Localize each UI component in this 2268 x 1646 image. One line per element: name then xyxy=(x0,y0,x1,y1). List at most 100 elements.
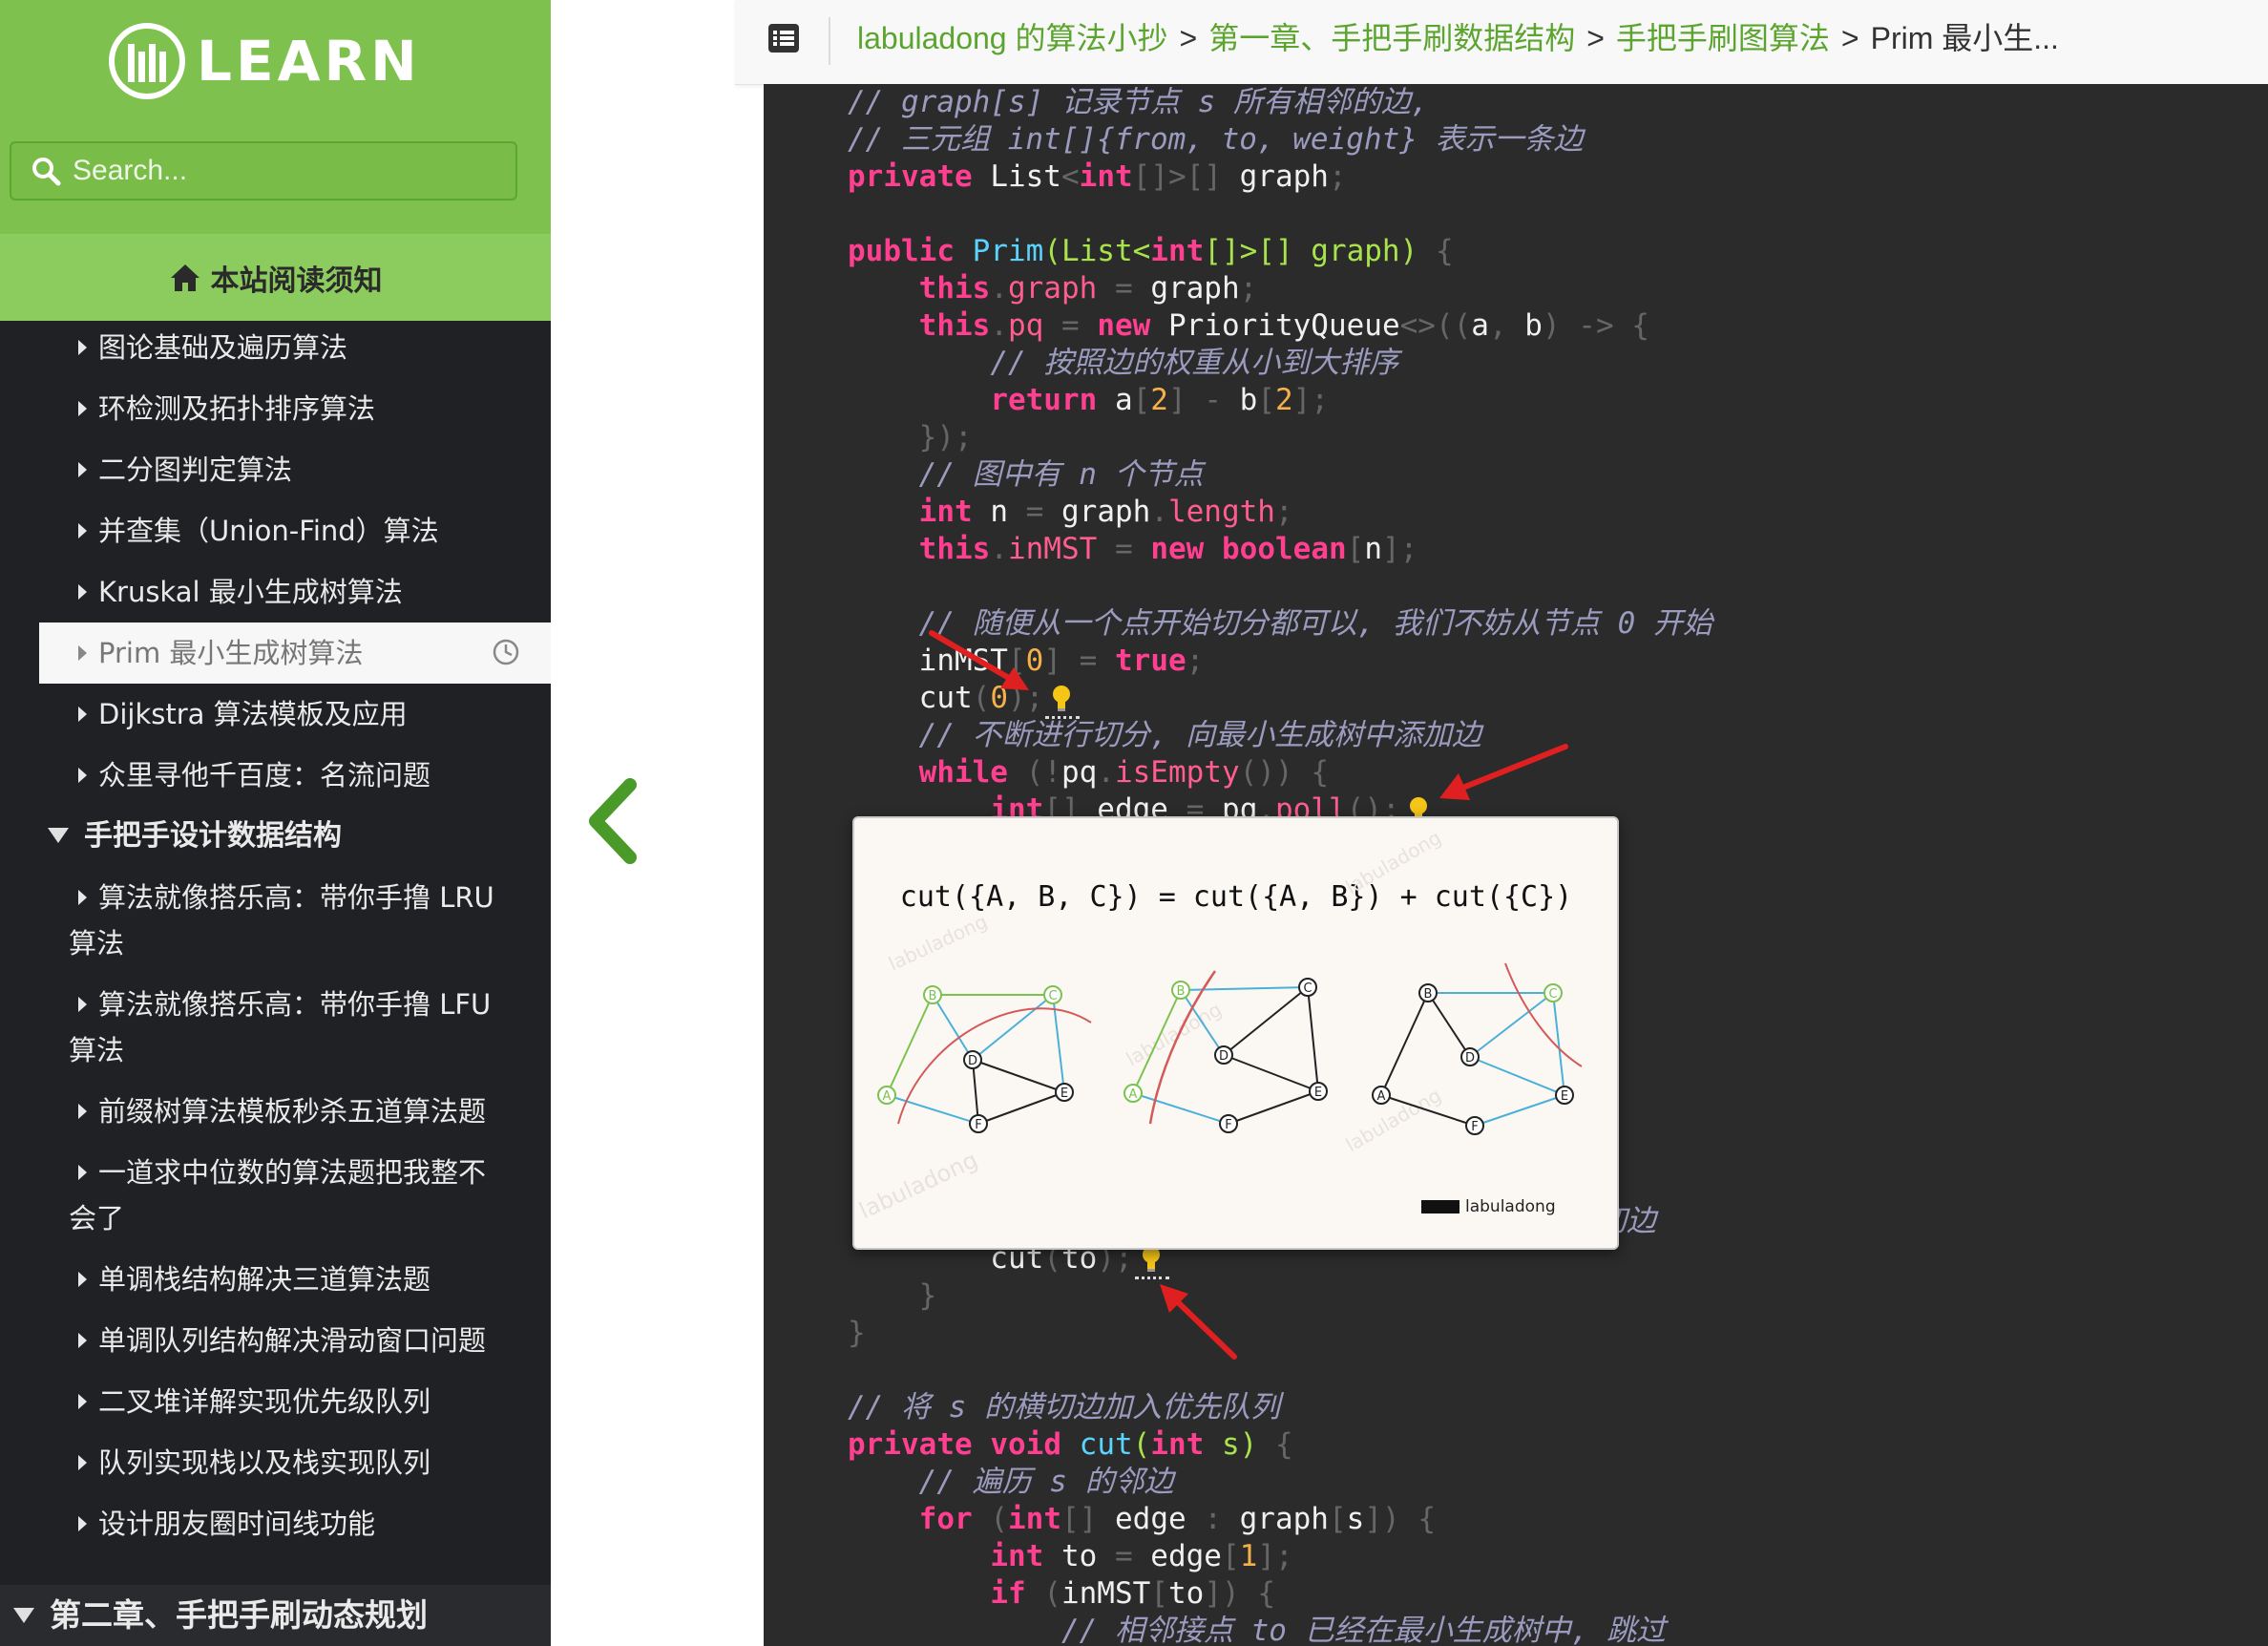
cut-diagram: cut({A, B, C}) = cut({A, B}) + cut({C}) … xyxy=(854,818,1617,1248)
svg-text:E: E xyxy=(1314,1086,1322,1100)
code-line: while (!pq.isEmpty()) { xyxy=(918,755,1329,790)
sidebar-item-label: 单调栈结构解决三道算法题 xyxy=(98,1263,431,1296)
svg-text:A: A xyxy=(1129,1087,1138,1102)
site-logo[interactable]: LEARN xyxy=(109,23,421,99)
sidebar-section-data-structures[interactable]: 手把手设计数据结构 xyxy=(0,813,551,859)
sidebar-item-label: 单调队列结构解决滑动窗口问题 xyxy=(98,1324,487,1357)
sidebar-item-celebrity[interactable]: 众里寻他千百度：名流问题 xyxy=(0,752,551,798)
toc-list-icon[interactable] xyxy=(767,23,800,53)
code-line: this.inMST = new boolean[n]; xyxy=(918,532,1418,566)
sidebar-chapter-dp[interactable]: 第二章、手把手刷动态规划 xyxy=(0,1585,551,1646)
annotation-arrow-icon xyxy=(929,630,1029,690)
caret-right-icon xyxy=(78,401,87,416)
sidebar-item-monotonic-stack[interactable]: 单调栈结构解决三道算法题 xyxy=(0,1256,551,1302)
caret-right-icon xyxy=(78,890,87,905)
previous-page-arrow-icon[interactable] xyxy=(580,773,647,869)
svg-text:E: E xyxy=(1060,1087,1068,1101)
sidebar-item-kruskal[interactable]: Kruskal 最小生成树算法 xyxy=(0,569,551,615)
sidebar-item-timeline[interactable]: 设计朋友圈时间线功能 xyxy=(0,1501,551,1547)
credit-badge: labuladong xyxy=(1421,1197,1556,1216)
code-line: // 三元组 int[]{from, to, weight} 表示一条边 xyxy=(848,122,1584,157)
code-line: // 将 s 的横切边加入优先队列 xyxy=(848,1390,1280,1424)
caret-right-icon xyxy=(78,1104,87,1119)
search-input[interactable] xyxy=(71,154,494,188)
svg-text:D: D xyxy=(968,1054,977,1068)
sidebar-item-label: 前缀树算法模板秒杀五道算法题 xyxy=(98,1095,487,1128)
caret-right-icon xyxy=(78,997,87,1012)
sidebar-item-union-find[interactable]: 并查集（Union-Find）算法 xyxy=(0,508,551,554)
search-box[interactable] xyxy=(10,141,517,200)
caret-down-icon xyxy=(13,1607,34,1623)
code-line: this.pq = new PriorityQueue<>((a, b) -> … xyxy=(918,308,1649,343)
sidebar-item-binary-heap[interactable]: 二叉堆详解实现优先级队列 xyxy=(0,1379,551,1424)
code-line: private List<int[]>[] graph; xyxy=(848,159,1347,194)
annotation-arrow-icon xyxy=(1439,744,1568,800)
sidebar-item-prim[interactable]: Prim 最小生成树算法 xyxy=(39,623,551,684)
breadcrumb-separator: > xyxy=(1586,21,1605,55)
code-line: public Prim(List<int[]>[] graph) { xyxy=(848,234,1454,268)
logo-icon xyxy=(109,23,185,99)
code-line: } xyxy=(848,1316,866,1350)
hint-bulb-icon[interactable] xyxy=(1045,684,1081,719)
caret-right-icon xyxy=(78,1165,87,1180)
sidebar-item-label: 众里寻他千百度：名流问题 xyxy=(98,759,431,791)
caret-down-icon xyxy=(48,827,69,843)
sidebar-item-label: 二分图判定算法 xyxy=(98,454,293,486)
code-line: // 不断进行切分, 向最小生成树中添加边 xyxy=(918,718,1481,752)
code-line: int n = graph.length; xyxy=(918,495,1293,529)
sidebar-item-label: 一道求中位数的算法题把我整不会了 xyxy=(69,1156,487,1234)
sidebar-item-cycle-detect[interactable]: 环检测及拓扑排序算法 xyxy=(0,386,551,432)
code-line: // 图中有 n 个节点 xyxy=(918,457,1204,492)
code-line: return a[2] - b[2]; xyxy=(990,383,1329,417)
code-line: private void cut(int s) { xyxy=(848,1427,1293,1462)
code-line: if (inMST[to]) { xyxy=(990,1576,1275,1611)
credit-text: labuladong xyxy=(1465,1197,1556,1216)
top-bar: labuladong 的算法小抄 > 第一章、手把手刷数据结构 > 手把手刷图算法 > Pr… xyxy=(735,0,2268,85)
sidebar-section-label: 手把手设计数据结构 xyxy=(84,819,342,853)
sidebar-item-lfu[interactable]: 算法就像搭乐高：带你手撸 LFU 算法 xyxy=(0,981,551,1073)
caret-right-icon xyxy=(78,584,87,600)
caret-right-icon xyxy=(78,340,87,355)
caret-right-icon xyxy=(78,707,87,722)
sidebar-item-queue-stack[interactable]: 队列实现栈以及栈实现队列 xyxy=(0,1440,551,1486)
sidebar-item-bipartite[interactable]: 二分图判定算法 xyxy=(0,447,551,493)
sidebar-item-label: 二叉堆详解实现优先级队列 xyxy=(98,1385,431,1418)
sidebar-item-monotonic-queue[interactable]: 单调队列结构解决滑动窗口问题 xyxy=(0,1318,551,1363)
svg-text:B: B xyxy=(1177,984,1186,999)
sidebar-item-trie[interactable]: 前缀树算法模板秒杀五道算法题 xyxy=(0,1088,551,1134)
clock-icon xyxy=(493,639,519,665)
caret-right-icon xyxy=(78,1516,87,1531)
code-line: } xyxy=(918,1278,937,1313)
breadcrumb-link-graph[interactable]: 手把手刷图算法 xyxy=(1616,21,1830,55)
caret-right-icon xyxy=(78,645,87,661)
breadcrumb: labuladong 的算法小抄 > 第一章、手把手刷数据结构 > 手把手刷图算法 > Pr… xyxy=(857,0,2059,84)
svg-text:A: A xyxy=(883,1089,892,1104)
breadcrumb-link-chapter[interactable]: 第一章、手把手刷数据结构 xyxy=(1208,21,1575,55)
sidebar-item-label: 并查集（Union-Find）算法 xyxy=(98,515,439,547)
svg-text:A: A xyxy=(1377,1089,1386,1104)
site-notice-link[interactable]: 本站阅读须知 xyxy=(0,234,551,321)
sidebar-header: LEARN xyxy=(0,0,551,234)
sidebar: LEARN 本站阅读须知 图论基础及遍历算法 环检测及拓扑排序算法 二分图判定算… xyxy=(0,0,551,1646)
sidebar-item-label: 算法就像搭乐高：带你手撸 LRU 算法 xyxy=(69,881,494,960)
breadcrumb-separator: > xyxy=(1179,21,1198,55)
site-notice-label: 本站阅读须知 xyxy=(210,264,383,298)
code-line: // 相邻接点 to 已经在最小生成树中, 跳过 xyxy=(1060,1614,1666,1646)
svg-text:C: C xyxy=(1303,981,1312,996)
sidebar-item-median[interactable]: 一道求中位数的算法题把我整不会了 xyxy=(0,1150,551,1241)
sidebar-item-label: Kruskal 最小生成树算法 xyxy=(98,576,403,608)
svg-text:B: B xyxy=(929,989,937,1003)
header-divider xyxy=(829,17,830,65)
svg-text:F: F xyxy=(1225,1118,1231,1132)
sidebar-item-label: 队列实现栈以及栈实现队列 xyxy=(98,1446,431,1479)
code-line: // 按照边的权重从小到大排序 xyxy=(990,346,1399,380)
sidebar-item-lru[interactable]: 算法就像搭乐高：带你手撸 LRU 算法 xyxy=(0,875,551,966)
logo-text: LEARN xyxy=(197,29,421,94)
caret-right-icon xyxy=(78,523,87,538)
code-line: }); xyxy=(918,420,973,454)
breadcrumb-current: Prim 最小生... xyxy=(1870,21,2059,55)
sidebar-item-dijkstra[interactable]: Dijkstra 算法模板及应用 xyxy=(0,691,551,737)
breadcrumb-link-home[interactable]: labuladong 的算法小抄 xyxy=(857,21,1168,55)
caret-right-icon xyxy=(78,1455,87,1470)
sidebar-item-graph-basics[interactable]: 图论基础及遍历算法 xyxy=(0,325,551,370)
